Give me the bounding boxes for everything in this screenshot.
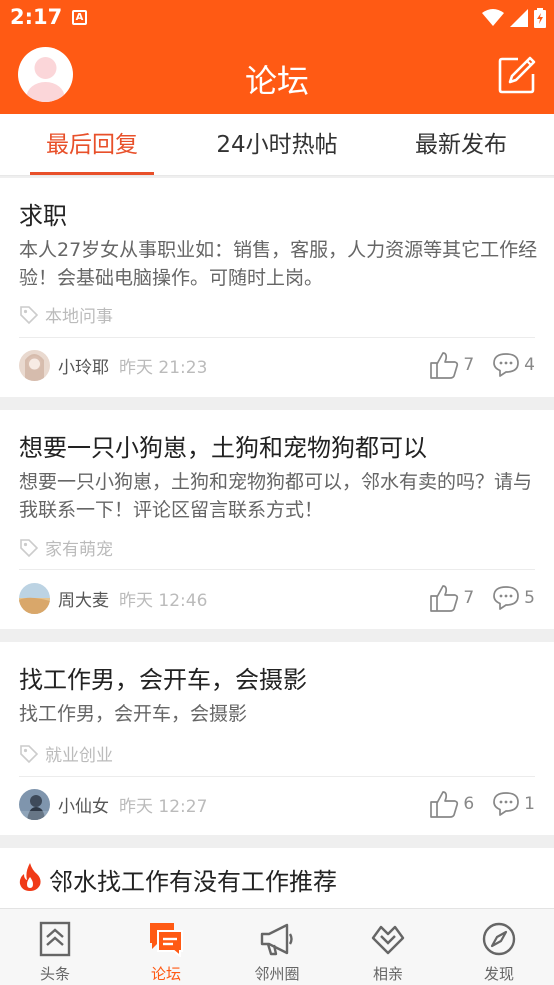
- app-header: 论坛: [0, 36, 554, 114]
- thumbs-up-icon[interactable]: [429, 584, 459, 612]
- active-tab-indicator: [30, 172, 154, 175]
- tab-last-reply[interactable]: 最后回复: [30, 114, 154, 176]
- headline-icon: [39, 921, 71, 957]
- post-tag-label: 家有萌宠: [45, 540, 113, 560]
- nav-label: 论坛: [150, 965, 181, 983]
- author-name[interactable]: 周大麦: [58, 586, 109, 611]
- comment-icon[interactable]: [492, 791, 520, 817]
- nav-label: 相亲: [372, 965, 403, 983]
- post-stats: 7 4: [429, 351, 535, 379]
- post-title: 邻水找工作有没有工作推荐: [49, 868, 337, 896]
- post-tag-label: 本地问事: [45, 307, 113, 327]
- nav-dating[interactable]: 相亲: [333, 909, 443, 985]
- status-bar: 2:17 A: [0, 0, 554, 36]
- status-icons: [482, 8, 546, 28]
- nav-headline[interactable]: 头条: [0, 909, 110, 985]
- author-avatar-icon: [19, 349, 50, 381]
- author-avatar[interactable]: [19, 349, 50, 381]
- nav-label: 发现: [483, 965, 514, 983]
- nav-label: 头条: [39, 965, 70, 983]
- post-time: 昨天 21:23: [119, 357, 208, 378]
- compass-icon: [482, 922, 516, 956]
- bottom-nav: 头条 论坛 邻州圈 相亲 发现: [0, 908, 554, 985]
- post-time: 昨天 12:46: [119, 590, 208, 611]
- author-avatar[interactable]: [19, 788, 50, 820]
- post-body: 找工作男，会开车，会摄影: [19, 703, 248, 725]
- comment-icon[interactable]: [492, 585, 520, 611]
- author-avatar-icon: [19, 788, 50, 820]
- signal-icon: [510, 9, 528, 27]
- tab-24h-hot[interactable]: 24小时热帖: [200, 114, 354, 176]
- post-body: 本人27岁女从事职业如：销售，客服，人力资源等其它工作经验！会基础电脑操作。可随…: [19, 239, 538, 289]
- megaphone-icon: [260, 923, 293, 956]
- compose-button[interactable]: [498, 56, 536, 94]
- post-tag[interactable]: 家有萌宠: [19, 535, 113, 560]
- forum-icon: [150, 923, 183, 957]
- post-title: 找工作男，会开车，会摄影: [19, 666, 307, 694]
- tab-newest[interactable]: 最新发布: [396, 114, 526, 176]
- post-title: 想要一只小狗崽，土狗和宠物狗都可以: [19, 434, 427, 462]
- author-avatar-icon: [19, 582, 50, 614]
- post-tag[interactable]: 就业创业: [19, 741, 113, 766]
- tag-icon: [20, 538, 39, 557]
- post-body: 想要一只小狗崽，土狗和宠物狗都可以，邻水有卖的吗？请与我联系一下！评论区留言联系…: [19, 471, 533, 521]
- nav-label: 邻州圈: [254, 965, 300, 983]
- post-card[interactable]: 想要一只小狗崽，土狗和宠物狗都可以 想要一只小狗崽，土狗和宠物狗都可以，邻水有卖…: [0, 410, 554, 629]
- tab-bar: 最后回复 24小时热帖 最新发布: [0, 114, 554, 176]
- post-title: 求职: [19, 202, 67, 230]
- nav-forum[interactable]: 论坛: [111, 909, 221, 985]
- comment-count: 4: [524, 355, 535, 375]
- comment-icon[interactable]: [492, 352, 520, 378]
- post-meta: 小玲耶 昨天 21:23 7 4: [19, 348, 535, 382]
- like-count: 7: [463, 588, 475, 608]
- nav-discover[interactable]: 发现: [444, 909, 554, 985]
- thumbs-up-icon[interactable]: [429, 351, 459, 379]
- tag-icon: [20, 744, 39, 763]
- notification-a-icon: A: [72, 10, 87, 25]
- author-name[interactable]: 小玲耶: [58, 353, 109, 378]
- post-meta: 小仙女 昨天 12:27 6 1: [19, 787, 535, 821]
- post-card[interactable]: 求职 本人27岁女从事职业如：销售，客服，人力资源等其它工作经验！会基础电脑操作…: [0, 178, 554, 397]
- post-stats: 6 1: [429, 790, 535, 818]
- comment-count: 5: [524, 588, 535, 608]
- divider: [19, 776, 535, 777]
- post-tag-label: 就业创业: [45, 746, 113, 766]
- battery-icon: [534, 8, 546, 28]
- fire-icon: [17, 862, 43, 896]
- page-title: 论坛: [244, 62, 309, 100]
- like-count: 6: [463, 794, 475, 814]
- post-time: 昨天 12:27: [119, 796, 208, 817]
- divider: [19, 569, 535, 570]
- status-time: 2:17: [10, 5, 63, 29]
- nav-neighborhood[interactable]: 邻州圈: [222, 909, 332, 985]
- post-tag[interactable]: 本地问事: [19, 302, 113, 327]
- author-avatar[interactable]: [19, 582, 50, 614]
- wifi-icon: [482, 9, 504, 26]
- post-card[interactable]: 找工作男，会开车，会摄影 找工作男，会开车，会摄影 就业创业 小仙女 昨天 12…: [0, 642, 554, 835]
- tag-icon: [20, 305, 39, 324]
- post-meta: 周大麦 昨天 12:46 7 5: [19, 581, 535, 615]
- heart-icon: [371, 925, 405, 955]
- post-card[interactable]: 邻水找工作有没有工作推荐: [0, 848, 554, 908]
- author-name[interactable]: 小仙女: [58, 792, 109, 817]
- thumbs-up-icon[interactable]: [429, 790, 459, 818]
- divider: [19, 337, 535, 338]
- like-count: 7: [463, 355, 475, 375]
- comment-count: 1: [524, 794, 535, 814]
- post-stats: 7 5: [429, 584, 535, 612]
- edit-icon: [498, 56, 536, 94]
